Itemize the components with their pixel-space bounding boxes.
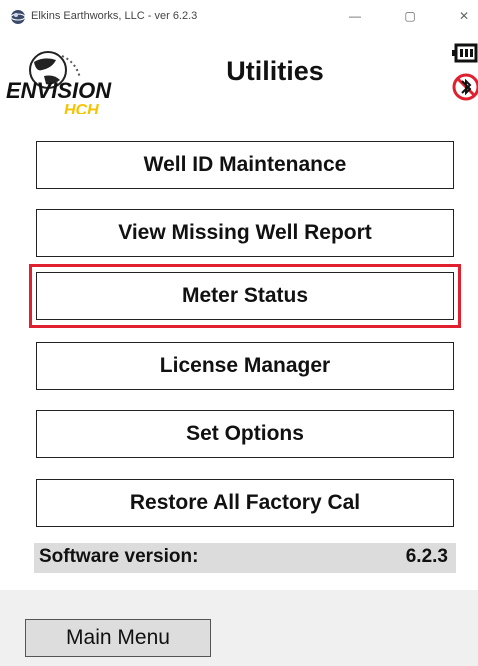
software-version-bar: Software version: 6.2.3 bbox=[34, 543, 456, 573]
page-title: Utilities bbox=[226, 56, 324, 86]
title-bar: Elkins Earthworks, LLC - ver 6.2.3 — ▢ ✕ bbox=[0, 0, 478, 34]
view-missing-well-report-button[interactable]: View Missing Well Report bbox=[36, 209, 454, 257]
utilities-panel: Well ID Maintenance View Missing Well Re… bbox=[0, 114, 478, 590]
close-button[interactable]: ✕ bbox=[454, 6, 474, 26]
meter-status-button[interactable]: Meter Status bbox=[36, 272, 454, 320]
well-id-maintenance-button[interactable]: Well ID Maintenance bbox=[36, 141, 454, 189]
software-version-value: 6.2.3 bbox=[405, 546, 448, 567]
bluetooth-disabled-icon bbox=[452, 73, 478, 101]
set-options-button[interactable]: Set Options bbox=[36, 410, 454, 458]
envision-logo: ENVISION HCH bbox=[6, 51, 112, 118]
software-version-label: Software version: bbox=[39, 546, 199, 567]
restore-all-factory-cal-button[interactable]: Restore All Factory Cal bbox=[36, 479, 454, 527]
maximize-button[interactable]: ▢ bbox=[400, 6, 420, 26]
license-manager-button[interactable]: License Manager bbox=[36, 342, 454, 390]
window-title: Elkins Earthworks, LLC - ver 6.2.3 bbox=[31, 10, 198, 22]
battery-icon bbox=[452, 43, 478, 63]
app-icon bbox=[10, 10, 26, 24]
minimize-button[interactable]: — bbox=[345, 6, 365, 26]
logo-text: ENVISION bbox=[6, 78, 112, 103]
header: ENVISION HCH Utilities bbox=[0, 34, 478, 118]
main-menu-button[interactable]: Main Menu bbox=[25, 619, 211, 657]
